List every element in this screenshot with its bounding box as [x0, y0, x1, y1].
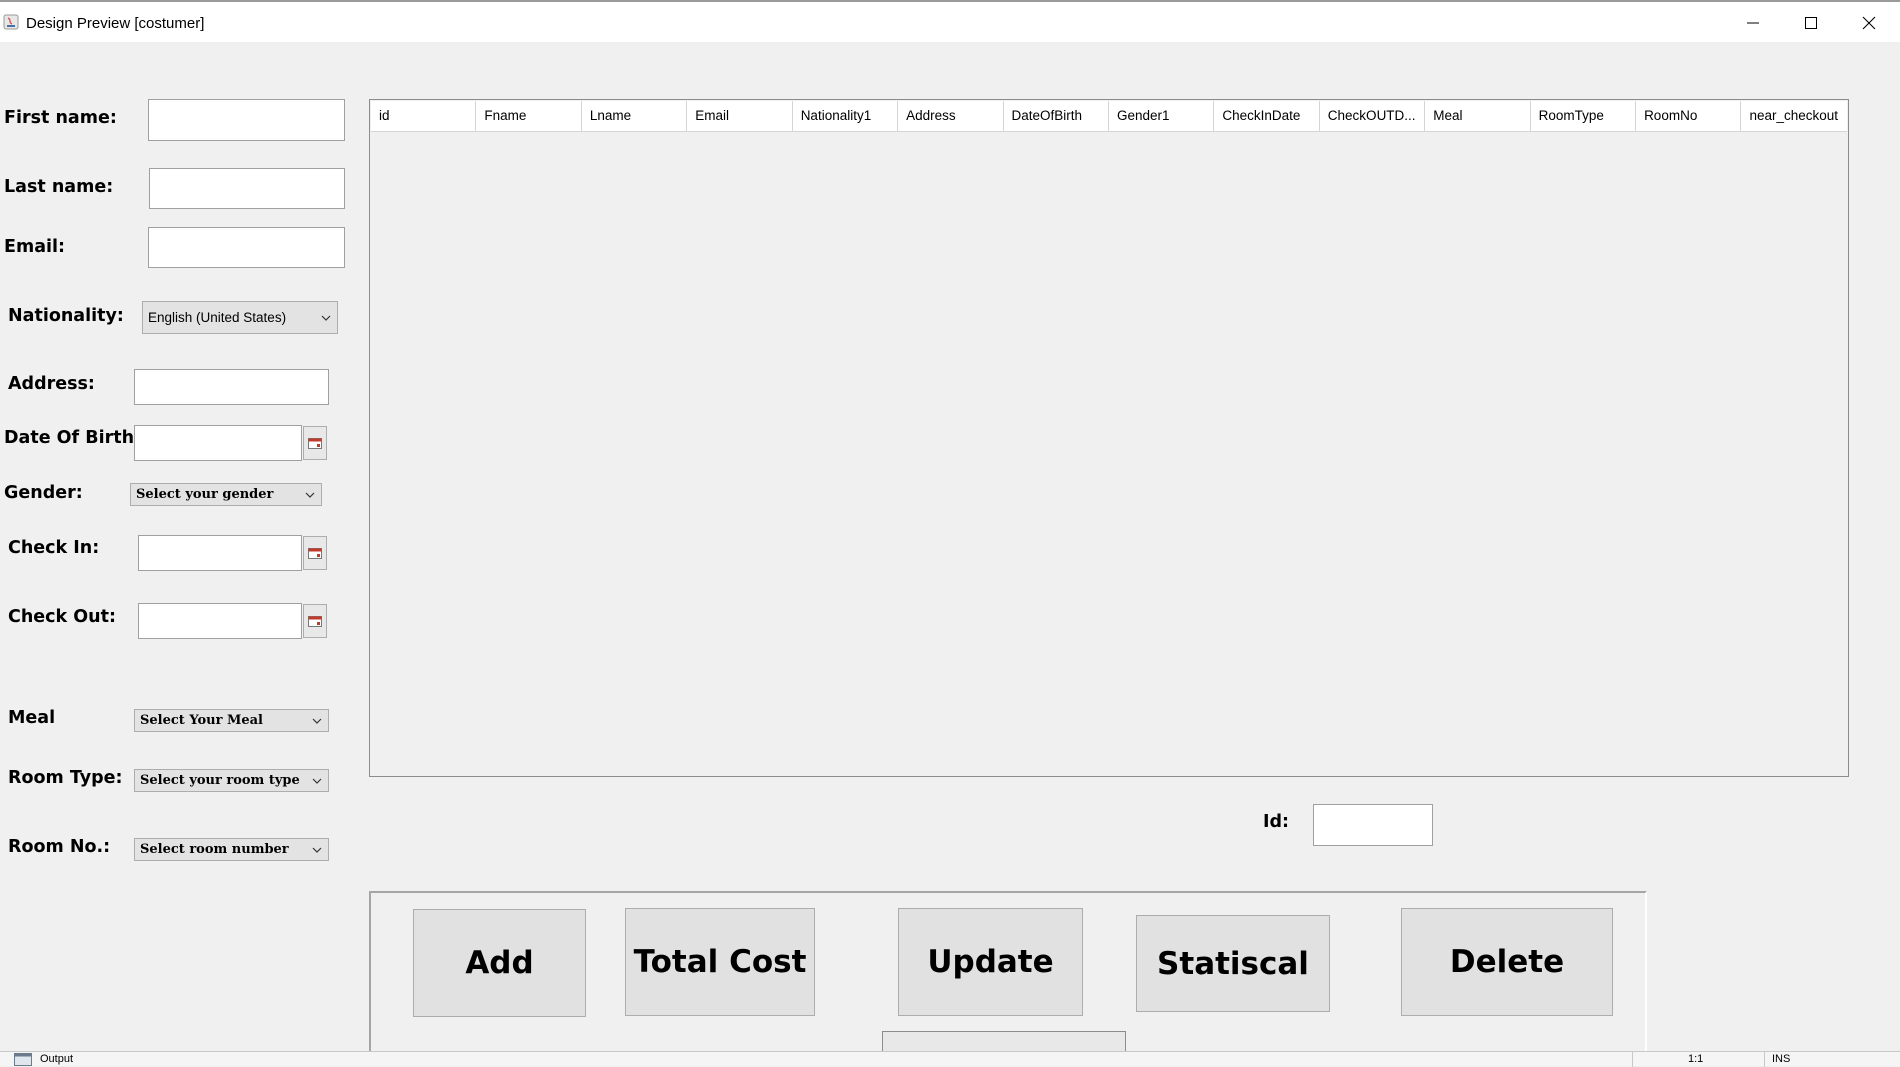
customers-table[interactable]: id Fname Lname Email Nationality1 Addres… — [369, 99, 1849, 777]
column-header-meal[interactable]: Meal — [1425, 101, 1531, 131]
room-type-label: Room Type: — [8, 768, 123, 788]
gender-select[interactable]: Select your gender — [130, 483, 322, 506]
status-separator — [1632, 1052, 1633, 1067]
nationality-select[interactable]: English (United States) — [142, 301, 338, 334]
dob-calendar-button[interactable] — [303, 426, 327, 460]
java-app-icon — [3, 14, 19, 30]
check-in-field[interactable] — [138, 535, 302, 571]
add-button[interactable]: Add — [413, 909, 586, 1017]
window-title: Design Preview [costumer] — [26, 15, 205, 32]
column-header-room-no[interactable]: RoomNo — [1636, 101, 1742, 131]
room-type-select[interactable]: Select your room type — [134, 769, 329, 792]
title-bar: Design Preview [costumer] — [0, 0, 1900, 42]
chevron-down-icon — [305, 492, 315, 498]
dob-field[interactable] — [134, 425, 302, 461]
column-header-check-in-date[interactable]: CheckInDate — [1214, 101, 1320, 131]
room-no-value: Select room number — [140, 842, 289, 857]
column-header-date-of-birth[interactable]: DateOfBirth — [1004, 101, 1109, 131]
column-header-gender[interactable]: Gender1 — [1109, 101, 1215, 131]
address-field[interactable] — [134, 369, 329, 405]
check-in-label: Check In: — [8, 538, 100, 558]
dob-label: Date Of Birth: — [4, 428, 142, 448]
update-button[interactable]: Update — [898, 908, 1083, 1016]
maximize-button[interactable] — [1782, 2, 1840, 44]
cursor-position: 1:1 — [1688, 1053, 1704, 1065]
check-out-field[interactable] — [138, 603, 302, 639]
room-no-label: Room No.: — [8, 837, 111, 857]
check-in-calendar-button[interactable] — [303, 536, 327, 570]
total-cost-button[interactable]: Total Cost — [625, 908, 815, 1016]
column-header-room-type[interactable]: RoomType — [1531, 101, 1637, 131]
close-button[interactable] — [1840, 2, 1898, 44]
first-name-field[interactable] — [148, 99, 345, 141]
column-header-fname[interactable]: Fname — [476, 101, 582, 131]
meal-value: Select Your Meal — [140, 713, 263, 728]
chevron-down-icon — [312, 778, 322, 784]
calendar-icon — [308, 548, 322, 559]
close-icon — [1862, 16, 1876, 30]
output-tab-label[interactable]: Output — [40, 1053, 73, 1065]
status-separator — [1764, 1052, 1765, 1067]
room-type-value: Select your room type — [140, 773, 300, 788]
calendar-icon — [308, 438, 322, 449]
table-header: id Fname Lname Email Nationality1 Addres… — [371, 101, 1847, 132]
column-header-check-out-date[interactable]: CheckOUTD... — [1320, 101, 1426, 131]
last-name-label: Last name: — [4, 177, 114, 197]
room-no-select[interactable]: Select room number — [134, 838, 329, 861]
calendar-icon — [308, 616, 322, 627]
chevron-down-icon — [312, 847, 322, 853]
gender-label: Gender: — [4, 483, 83, 503]
column-header-email[interactable]: Email — [687, 101, 793, 131]
check-out-calendar-button[interactable] — [303, 604, 327, 638]
insert-mode: INS — [1772, 1053, 1791, 1065]
chevron-down-icon — [321, 315, 331, 321]
gender-value: Select your gender — [136, 487, 274, 502]
meal-select[interactable]: Select Your Meal — [134, 709, 329, 732]
chevron-down-icon — [312, 718, 322, 724]
output-window-icon — [14, 1053, 32, 1066]
delete-button[interactable]: Delete — [1401, 908, 1613, 1016]
statistical-button[interactable]: Statiscal — [1136, 915, 1330, 1012]
column-header-lname[interactable]: Lname — [582, 101, 688, 131]
maximize-icon — [1805, 17, 1817, 29]
status-bar: Output 1:1 INS — [0, 1051, 1900, 1067]
id-label: Id: — [1263, 812, 1290, 832]
id-field[interactable] — [1313, 804, 1433, 846]
check-out-label: Check Out: — [8, 607, 116, 627]
first-name-label: First name: — [4, 108, 117, 128]
bottom-panel-tab[interactable] — [882, 1031, 1126, 1053]
email-label: Email: — [4, 237, 65, 257]
minimize-icon — [1747, 22, 1759, 24]
nationality-label: Nationality: — [8, 306, 124, 326]
column-header-address[interactable]: Address — [898, 101, 1004, 131]
last-name-field[interactable] — [149, 168, 345, 209]
minimize-button[interactable] — [1724, 2, 1782, 44]
column-header-nationality[interactable]: Nationality1 — [793, 101, 899, 131]
column-header-near-checkout[interactable]: near_checkout — [1741, 101, 1846, 131]
meal-label: Meal — [8, 708, 56, 728]
address-label: Address: — [8, 374, 95, 394]
column-header-id[interactable]: id — [371, 101, 477, 131]
email-field[interactable] — [148, 227, 345, 268]
nationality-value: English (United States) — [148, 310, 287, 325]
